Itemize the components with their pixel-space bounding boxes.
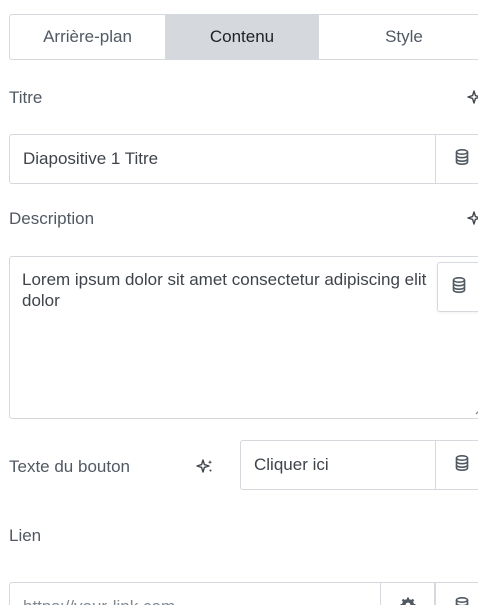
tab-bar: Arrière-plan Contenu Style (9, 14, 478, 60)
link-label: Lien (9, 526, 42, 545)
database-icon (455, 148, 469, 170)
title-label: Titre (9, 88, 43, 107)
description-label: Description (9, 209, 95, 228)
resize-grip-icon[interactable] (471, 401, 478, 415)
title-input[interactable]: Diapositive 1 Titre (9, 134, 478, 184)
ai-sparkle-icon[interactable] (467, 90, 478, 106)
database-icon (455, 454, 469, 476)
description-textarea[interactable]: Lorem ipsum dolor sit amet consectetur a… (9, 256, 478, 419)
title-input-value: Diapositive 1 Titre (23, 149, 159, 168)
description-dynamic-button[interactable] (437, 262, 478, 312)
ai-sparkle-icon[interactable] (196, 458, 213, 474)
editor-panel: Arrière-plan Contenu Style Titre Diaposi… (0, 0, 478, 605)
tab-content[interactable]: Contenu (165, 15, 319, 59)
title-dynamic-button[interactable] (435, 134, 478, 184)
link-dynamic-button[interactable] (435, 582, 478, 605)
link-options-button[interactable] (380, 582, 435, 605)
database-icon (455, 596, 469, 605)
button-text-value: Cliquer ici (254, 455, 329, 474)
database-icon (452, 276, 466, 298)
button-text-dynamic-button[interactable] (435, 440, 478, 490)
gear-icon (400, 597, 416, 605)
link-placeholder: https://your-link.com (23, 597, 175, 605)
button-text-label: Texte du bouton (9, 457, 130, 476)
tab-style[interactable]: Style (319, 15, 478, 59)
tab-background[interactable]: Arrière-plan (10, 15, 165, 59)
ai-sparkle-icon[interactable] (467, 211, 478, 227)
description-text: Lorem ipsum dolor sit amet consectetur a… (22, 270, 427, 310)
